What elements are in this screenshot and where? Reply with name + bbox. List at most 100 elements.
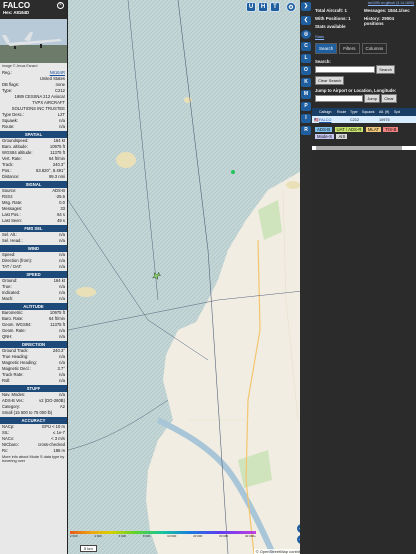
hex-id: Hex: A8164D [3, 10, 30, 15]
map-button-u[interactable]: U [246, 2, 256, 12]
column-header[interactable]: Squawk [360, 110, 377, 114]
with-positions: With Positions: 1 [315, 16, 351, 21]
settings-icon[interactable]: ⚙ [286, 2, 296, 12]
field-value: A2 [59, 404, 65, 409]
field-label: Rc: [2, 448, 9, 453]
island [76, 287, 96, 297]
clear-search-button[interactable]: Clear Search [315, 76, 345, 85]
close-icon[interactable]: × [57, 2, 64, 9]
jump-input[interactable] [315, 95, 363, 102]
category-description: Small (15 500 to 75 000 lb) [2, 410, 53, 415]
search-label: Search: [315, 59, 331, 64]
search-button[interactable]: Search [376, 65, 395, 74]
jump-button[interactable]: Jump [364, 94, 380, 103]
legend-tick: 8 000 [142, 534, 151, 538]
map-canvas [68, 0, 312, 554]
field-value: n/a [59, 378, 65, 383]
tab-search[interactable]: Search [315, 43, 338, 54]
panel-tabs: Search Filters Columns [312, 41, 416, 56]
column-header[interactable]: Type [348, 110, 360, 114]
chip-modes[interactable]: Mode-S [315, 134, 335, 139]
island [286, 181, 300, 189]
toolbar-button-i[interactable]: I [301, 114, 311, 123]
photo-credit: Image © Jesus Esnard [2, 64, 38, 68]
aircraft-photo-image [0, 19, 67, 63]
column-header[interactable]: Route [335, 110, 348, 114]
chip-uat-adsr[interactable]: UAT / ADS-R [334, 127, 364, 132]
source-filter-chips: ADS-B UAT / ADS-R MLAT TIS-B Mode-S AIS [312, 123, 416, 143]
map-toolbar: ❯ ❮ ◎ C L O K M P I R [300, 0, 312, 554]
column-header[interactable]: Alt. (ft) [377, 110, 392, 114]
table-row[interactable]: 🇺🇸 FALCO C212 10975 [312, 116, 416, 123]
section-header-accuracy[interactable]: ACCURACY [0, 417, 67, 424]
field-value: n/a [59, 238, 65, 243]
aircraft-photo[interactable] [0, 19, 67, 63]
chip-adsb[interactable]: ADS-B [315, 127, 333, 132]
section-header-signal[interactable]: SIGNAL [0, 181, 67, 188]
field-label: Type: [2, 88, 13, 93]
field-value: n/a [59, 124, 65, 129]
legend-tick: 40 000+ [244, 534, 256, 538]
field-label: Route: [2, 124, 15, 129]
island [184, 97, 192, 103]
toolbar-button-p[interactable]: P [301, 102, 311, 111]
spatial-rows: Groundspeed: 164 kt Baro. altitude: 10975 … [0, 138, 67, 180]
stats-available: Stats available [315, 24, 346, 29]
reset-view-icon[interactable]: ◎ [301, 30, 311, 39]
field-value: n/a [59, 264, 65, 269]
map-scale: 5 km [80, 545, 97, 552]
expand-panel-icon[interactable]: ❯ [301, 2, 311, 11]
section-header-fms[interactable]: FMS SEL [0, 225, 67, 232]
toolbar-button-l[interactable]: L [301, 54, 311, 63]
column-header[interactable]: Spd [392, 110, 402, 114]
chip-ais[interactable]: AIS [336, 134, 348, 139]
field-label: QNH: [2, 334, 13, 339]
altitude-color-legend: 2 000 4 000 6 000 8 000 10 000 20 000 30… [70, 531, 256, 540]
legend-tick: 2 000 [70, 534, 78, 538]
aircraft-info-panel: FALCO Hex: A8164D × Image © Jesus Esnard… [0, 0, 68, 554]
section-header-speed[interactable]: SPEED [0, 271, 67, 278]
legend-tick: 6 000 [118, 534, 127, 538]
field-label: Reg.: [2, 70, 13, 75]
tab-columns[interactable]: Columns [361, 43, 388, 54]
map-button-h[interactable]: H [258, 2, 268, 12]
section-header-direction[interactable]: DIRECTION [0, 341, 67, 348]
field-label: Mach: [2, 296, 14, 301]
stats-summary: Total Aircraft: 1 With Positions: 1 Stat… [312, 6, 416, 34]
section-header-altitude[interactable]: ALTITUDE [0, 303, 67, 310]
row-callsign[interactable]: FALCO [317, 118, 348, 122]
tab-filters[interactable]: Filters [339, 43, 360, 54]
section-header-spatial[interactable]: SPATIAL [0, 131, 67, 138]
toolbar-button-c[interactable]: C [301, 42, 311, 51]
search-input[interactable] [315, 66, 375, 73]
field-label: Roll: [2, 378, 11, 383]
stats-link[interactable]: Stats [312, 34, 416, 39]
chip-tisb[interactable]: TIS-B [383, 127, 399, 132]
scrollbar-thumb[interactable] [316, 146, 402, 150]
horizontal-scrollbar[interactable] [312, 146, 416, 150]
row-altitude: 10975 [379, 117, 390, 122]
section-header-wind[interactable]: WIND [0, 245, 67, 252]
row-type: C212 [350, 117, 360, 122]
jump-label: Jump to Airport or Location, Longitude: [315, 88, 397, 93]
map-button-t[interactable]: T [270, 2, 280, 12]
receiver-marker [231, 170, 235, 174]
field-label: Last Seen: [2, 218, 23, 223]
toolbar-button-m[interactable]: M [301, 90, 311, 99]
total-aircraft: Total Aircraft: 1 [315, 8, 347, 13]
section-header-stuff[interactable]: STUFF [0, 385, 67, 392]
field-value: n/a [59, 334, 65, 339]
message-rate: Messages: 1844.1/sec [364, 8, 410, 13]
chip-mlat[interactable]: MLAT [365, 127, 381, 132]
column-header[interactable]: Callsign [317, 110, 335, 114]
clear-jump-button[interactable]: Clear [381, 94, 397, 103]
toolbar-button-r[interactable]: R [301, 126, 311, 135]
toolbar-button-k[interactable]: K [301, 78, 311, 87]
aircraft-table-header: Callsign Route Type Squawk Alt. (ft) Spd [312, 108, 416, 116]
callsign-title: FALCO [3, 1, 31, 10]
field-value: 186 m [53, 448, 65, 453]
collapse-icon[interactable]: ❮ [301, 16, 311, 25]
legend-tick: 20 000 [193, 534, 203, 538]
toolbar-button-o[interactable]: O [301, 66, 311, 75]
map-view[interactable]: U H T ⚙ + − 2 000 4 000 6 000 8 000 10 0… [68, 0, 312, 554]
